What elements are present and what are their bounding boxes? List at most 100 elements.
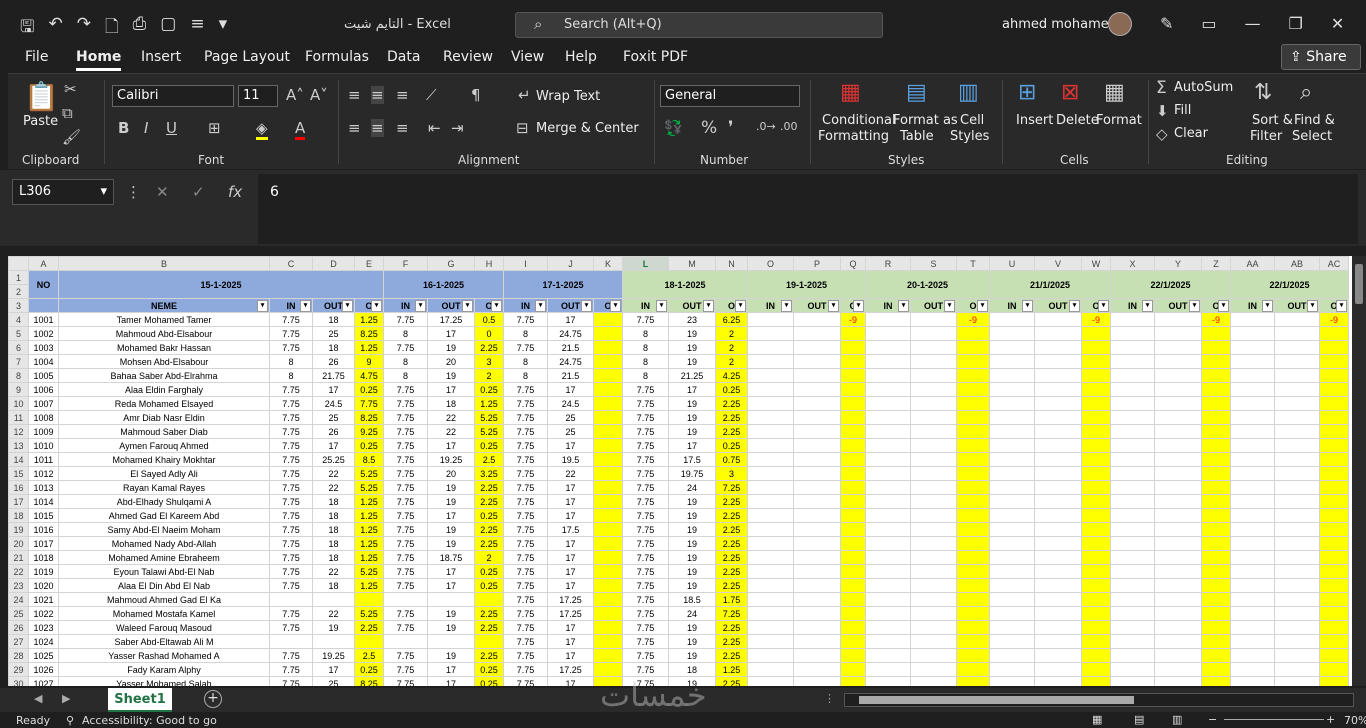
cell[interactable] <box>1081 522 1111 537</box>
cell-no[interactable]: 1012 <box>28 466 59 481</box>
cell[interactable] <box>1034 522 1082 537</box>
page-layout-view-icon[interactable]: ▤ <box>1134 713 1144 726</box>
cell[interactable] <box>354 634 384 649</box>
cell[interactable] <box>865 326 911 341</box>
cell[interactable]: 19 <box>427 620 475 635</box>
cell[interactable] <box>747 662 794 677</box>
cell[interactable]: 7.75 <box>622 522 669 537</box>
cell-name[interactable]: Yasser Mohamed Salah <box>58 676 270 686</box>
cell[interactable]: 8 <box>503 326 548 341</box>
cell[interactable]: 0.25 <box>474 382 504 397</box>
cell[interactable] <box>1201 522 1231 537</box>
cell[interactable] <box>1154 326 1202 341</box>
cell[interactable]: 7.75 <box>503 662 548 677</box>
cell[interactable] <box>747 438 794 453</box>
cell[interactable]: 17 <box>547 550 594 565</box>
cell[interactable] <box>1034 382 1082 397</box>
cell[interactable] <box>865 550 911 565</box>
cell[interactable] <box>1110 592 1155 607</box>
cell[interactable] <box>910 368 957 383</box>
cell[interactable]: 7.75 <box>383 466 428 481</box>
cell[interactable] <box>865 480 911 495</box>
cell[interactable]: 7.75 <box>503 424 548 439</box>
cell[interactable] <box>747 354 794 369</box>
cell[interactable] <box>989 620 1035 635</box>
format-as-table-line1[interactable]: Format as <box>893 113 958 128</box>
copy-icon[interactable]: ⧉ <box>62 104 73 122</box>
cell[interactable] <box>593 592 623 607</box>
column-header[interactable]: M <box>668 256 716 271</box>
cell[interactable] <box>793 648 841 663</box>
cell[interactable] <box>1034 606 1082 621</box>
cell-no[interactable]: 1019 <box>28 564 59 579</box>
cell[interactable]: 6.25 <box>715 312 748 327</box>
cell[interactable]: 25 <box>312 676 355 686</box>
cell[interactable] <box>956 634 990 649</box>
cell[interactable] <box>1230 340 1275 355</box>
font-name-select[interactable]: Calibri <box>112 85 234 107</box>
cell[interactable] <box>1081 564 1111 579</box>
cell-name[interactable]: Abd-Elhady Shulqami A <box>58 494 270 509</box>
row-header[interactable]: 4 <box>8 312 29 327</box>
cell[interactable]: 7.75 <box>503 606 548 621</box>
cell[interactable] <box>956 480 990 495</box>
cell[interactable]: -9 <box>1081 312 1111 327</box>
conditional-formatting-line2[interactable]: Formatting <box>818 129 889 144</box>
cell[interactable] <box>910 326 957 341</box>
cell-name[interactable]: Mohamed Amine Ebraheem <box>58 550 270 565</box>
cell[interactable]: 19 <box>427 340 475 355</box>
cell[interactable] <box>1154 382 1202 397</box>
cell-no[interactable]: 1016 <box>28 522 59 537</box>
cell[interactable] <box>865 648 911 663</box>
cell[interactable]: 19 <box>427 522 475 537</box>
cell[interactable]: 7.75 <box>503 592 548 607</box>
row-header[interactable]: 3 <box>8 298 29 313</box>
cell-name[interactable]: Tamer Mohamed Tamer <box>58 312 270 327</box>
cell[interactable] <box>1319 410 1349 425</box>
cell[interactable] <box>1081 578 1111 593</box>
cell[interactable] <box>1319 592 1349 607</box>
cell[interactable]: 19 <box>668 550 716 565</box>
cell[interactable]: 2.25 <box>715 550 748 565</box>
cell[interactable]: 5.25 <box>354 564 384 579</box>
cell[interactable] <box>593 466 623 481</box>
cell[interactable] <box>865 578 911 593</box>
cell[interactable] <box>989 466 1035 481</box>
cell[interactable] <box>1081 634 1111 649</box>
cell[interactable] <box>793 522 841 537</box>
cell[interactable] <box>1274 480 1320 495</box>
cell[interactable]: 7.75 <box>622 382 669 397</box>
cell[interactable]: 21.75 <box>312 368 355 383</box>
cell[interactable]: 7.75 <box>503 340 548 355</box>
find-select-line2[interactable]: Select <box>1292 129 1332 144</box>
column-header[interactable]: AC <box>1319 256 1349 271</box>
cell[interactable] <box>1154 424 1202 439</box>
cell[interactable]: 17 <box>312 382 355 397</box>
horizontal-scroll-thumb[interactable] <box>859 696 1134 704</box>
cell[interactable]: 7.75 <box>383 452 428 467</box>
cell[interactable] <box>989 368 1035 383</box>
cell[interactable]: 7.75 <box>269 522 313 537</box>
cell[interactable] <box>593 382 623 397</box>
cell[interactable]: 7.75 <box>622 620 669 635</box>
cell[interactable] <box>1274 662 1320 677</box>
cell[interactable] <box>910 620 957 635</box>
prev-sheet-icon[interactable]: ◀ <box>34 692 42 705</box>
cell[interactable] <box>747 480 794 495</box>
cell[interactable]: 2.25 <box>715 648 748 663</box>
cell[interactable] <box>910 676 957 686</box>
cell[interactable]: 17.25 <box>427 312 475 327</box>
cell[interactable] <box>354 592 384 607</box>
restore-icon[interactable]: ❐ <box>1289 14 1303 33</box>
cell[interactable]: 17 <box>547 508 594 523</box>
cell[interactable]: 19 <box>668 396 716 411</box>
cell[interactable] <box>956 452 990 467</box>
cell[interactable] <box>793 452 841 467</box>
cell[interactable] <box>840 396 866 411</box>
page-break-view-icon[interactable]: ▥ <box>1172 713 1182 726</box>
cell[interactable] <box>1319 466 1349 481</box>
cell[interactable]: 3 <box>474 354 504 369</box>
cell[interactable]: 17.25 <box>547 606 594 621</box>
cell[interactable]: 7.75 <box>622 578 669 593</box>
cell[interactable] <box>1274 438 1320 453</box>
